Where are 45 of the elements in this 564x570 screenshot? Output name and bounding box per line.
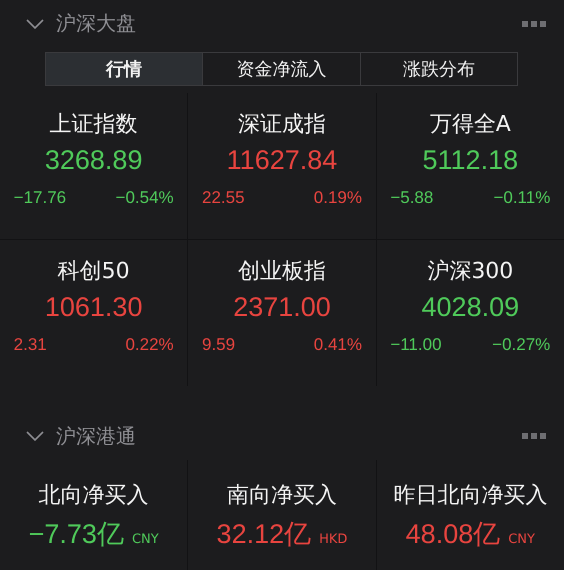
index-card[interactable]: 科创50 1061.30 2.31 0.22% [0, 240, 188, 386]
change-value: −17.76 [14, 188, 66, 208]
index-card[interactable]: 万得全A 5112.18 −5.88 −0.11% [376, 92, 564, 239]
section-title: 沪深港通 [56, 422, 137, 450]
index-name: 深证成指 [238, 110, 326, 139]
change-value: 22.55 [202, 188, 245, 208]
change-percent: −0.27% [492, 334, 550, 355]
change-percent: 0.19% [314, 188, 362, 208]
change-percent: −0.54% [116, 188, 174, 208]
index-value: 5112.18 [422, 144, 518, 176]
index-name: 万得全A [430, 110, 511, 139]
flow-name: 南向净买入 [226, 482, 337, 510]
flow-value: 48.08亿 [406, 518, 500, 551]
index-name: 创业板指 [238, 258, 326, 286]
change-percent: −0.11% [493, 188, 550, 208]
change-value: −5.88 [390, 188, 434, 208]
flow-name: 昨日北向净买入 [393, 482, 548, 510]
index-value: 11627.84 [226, 144, 338, 176]
tab[interactable]: 行情 [46, 52, 204, 85]
index-card[interactable]: 深证成指 11627.84 22.55 0.19% [188, 92, 376, 239]
flow-name: 北向净买入 [38, 482, 149, 510]
index-value: 2371.00 [233, 292, 331, 323]
section-title: 沪深大盘 [56, 10, 137, 38]
index-value: 1061.30 [44, 292, 142, 323]
index-value: 4028.09 [422, 292, 520, 323]
index-name: 科创50 [58, 258, 130, 286]
index-name: 上证指数 [50, 110, 138, 139]
flow-card[interactable]: 北向净买入 −7.73亿 CNY [0, 460, 188, 570]
change-value: 2.31 [14, 334, 47, 355]
currency-label: CNY [132, 532, 159, 547]
index-card[interactable]: 沪深300 4028.09 −11.00 −0.27% [376, 240, 564, 386]
change-value: −11.00 [390, 334, 442, 355]
index-card[interactable]: 创业板指 2371.00 9.59 0.41% [188, 240, 376, 386]
change-percent: 0.22% [125, 334, 174, 355]
flow-card[interactable]: 昨日北向净买入 48.08亿 CNY [376, 460, 564, 570]
flow-value: −7.73亿 [28, 518, 124, 551]
flow-card[interactable]: 南向净买入 32.12亿 HKD [188, 460, 376, 570]
change-percent: 0.41% [314, 334, 362, 355]
currency-label: CNY [508, 532, 535, 547]
change-value: 9.59 [202, 334, 236, 355]
flow-value: 32.12亿 [216, 518, 312, 551]
index-value: 3268.89 [44, 144, 142, 176]
currency-label: HKD [319, 532, 348, 547]
index-card[interactable]: 上证指数 3268.89 −17.76 −0.54% [0, 92, 188, 239]
index-name: 沪深300 [427, 258, 514, 286]
